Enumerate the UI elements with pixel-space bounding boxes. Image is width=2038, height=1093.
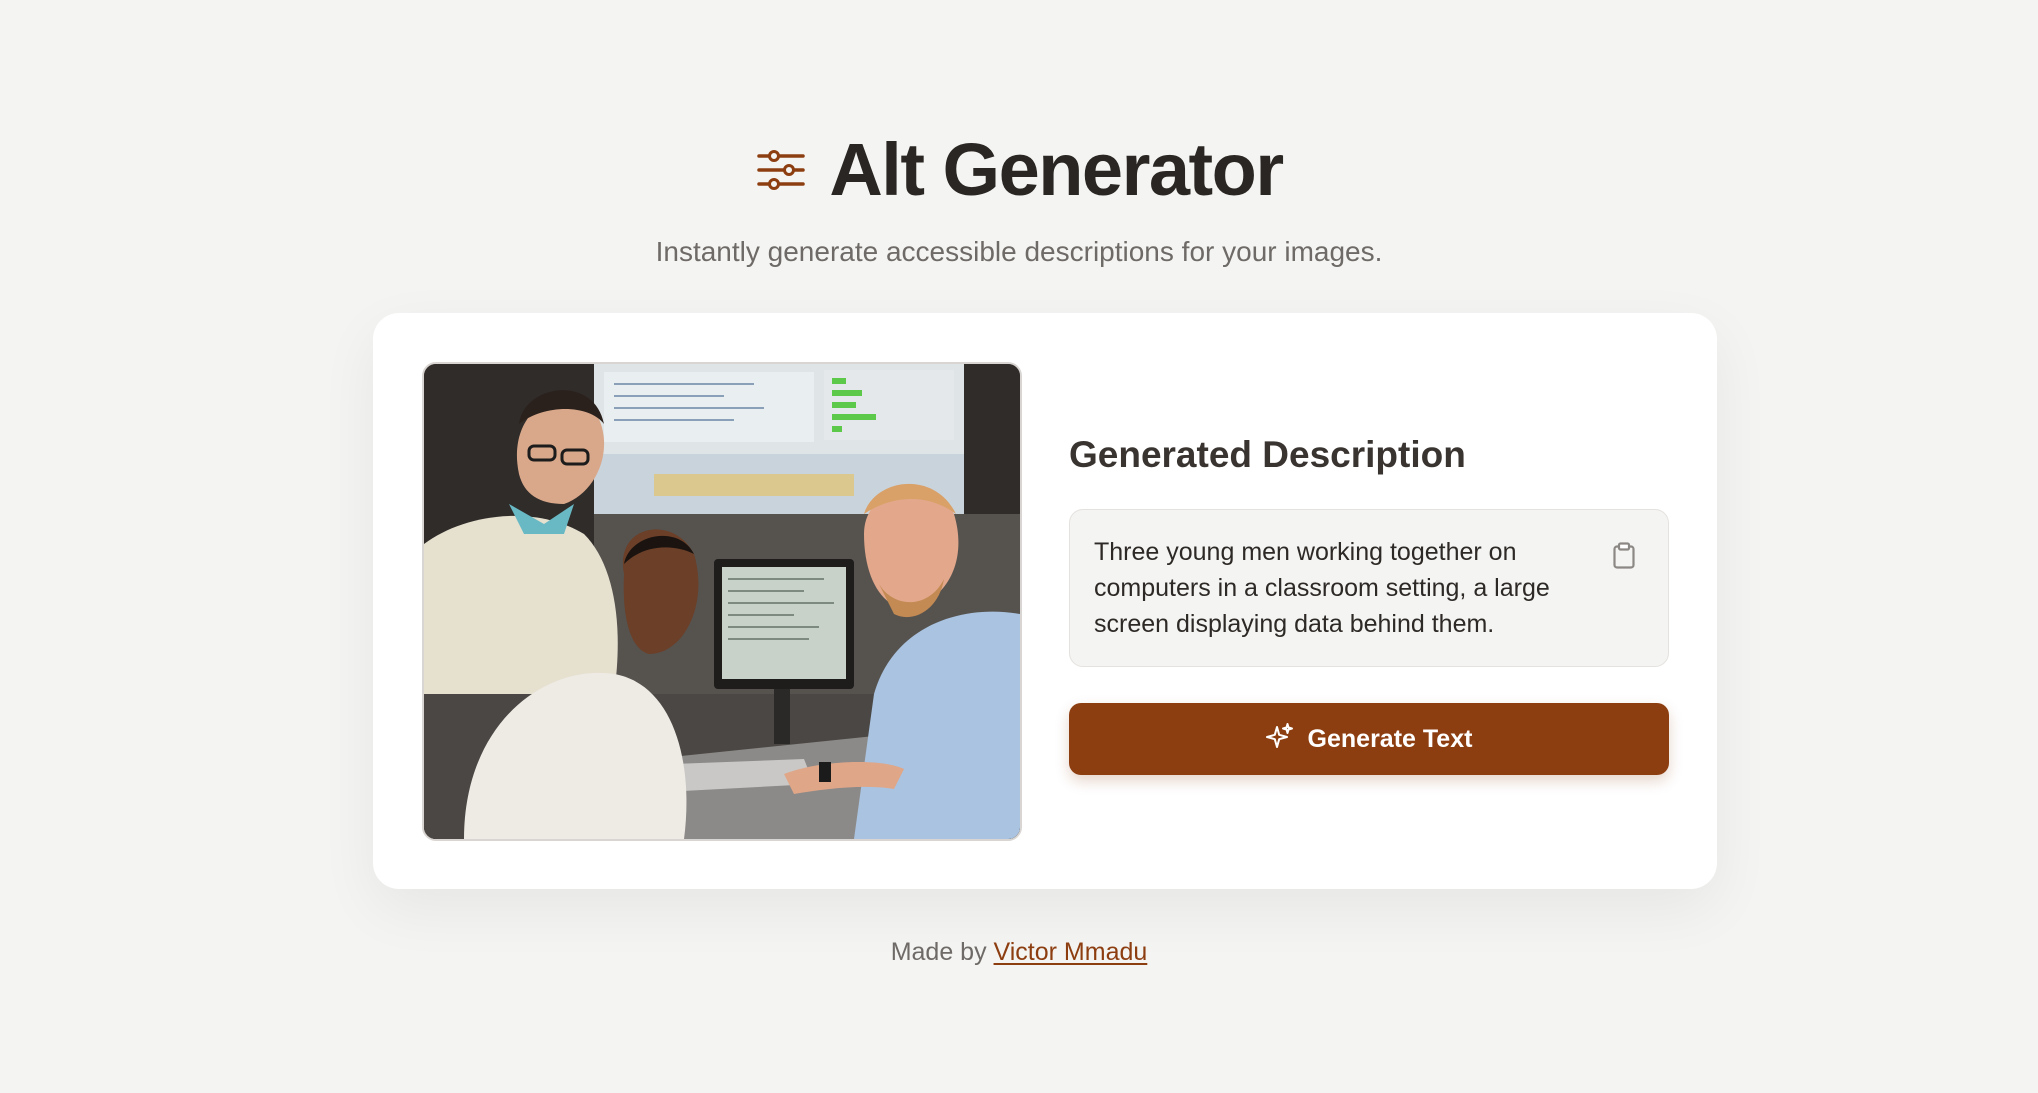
generate-button-label: Generate Text [1307,724,1473,753]
sparkles-icon [1265,722,1294,757]
footer: Made by Victor Mmadu [0,938,2038,967]
section-title: Generated Description [1069,434,1466,475]
page-header: Alt Generator Instantly generate accessi… [0,120,2038,270]
author-link[interactable]: Victor Mmadu [994,938,1148,966]
page-subtitle: Instantly generate accessible descriptio… [655,236,1383,267]
description-box: Three young men working together on comp… [1069,509,1669,667]
footer-prefix: Made by [890,938,987,966]
sliders-icon [755,144,807,196]
description-panel: Generated Description Three young men wo… [1069,433,1669,775]
uploaded-photo[interactable] [422,362,1022,841]
description-text: Three young men working together on comp… [1094,538,1550,638]
title-row: Alt Generator [0,120,2038,220]
generator-card: Generated Description Three young men wo… [373,313,1717,889]
clipboard-icon[interactable] [1608,540,1640,572]
page-title: Alt Generator [829,128,1284,211]
generate-text-button[interactable]: Generate Text [1069,703,1669,775]
